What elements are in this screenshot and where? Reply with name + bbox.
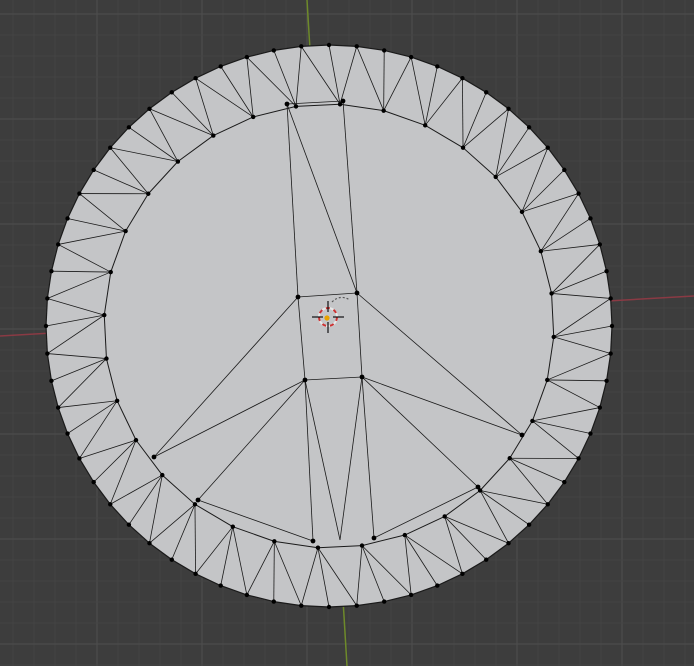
viewport-canvas[interactable] [0,0,694,666]
3d-viewport[interactable] [0,0,694,666]
object-origin-icon [324,315,330,321]
